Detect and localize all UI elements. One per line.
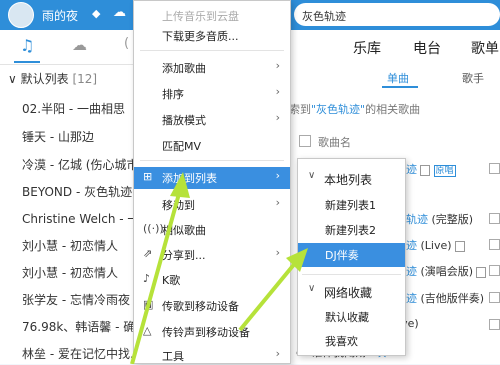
annotation-arrow-2 <box>238 248 308 332</box>
annotation-arrows <box>130 172 308 364</box>
annotation-arrow-1 <box>130 172 190 364</box>
